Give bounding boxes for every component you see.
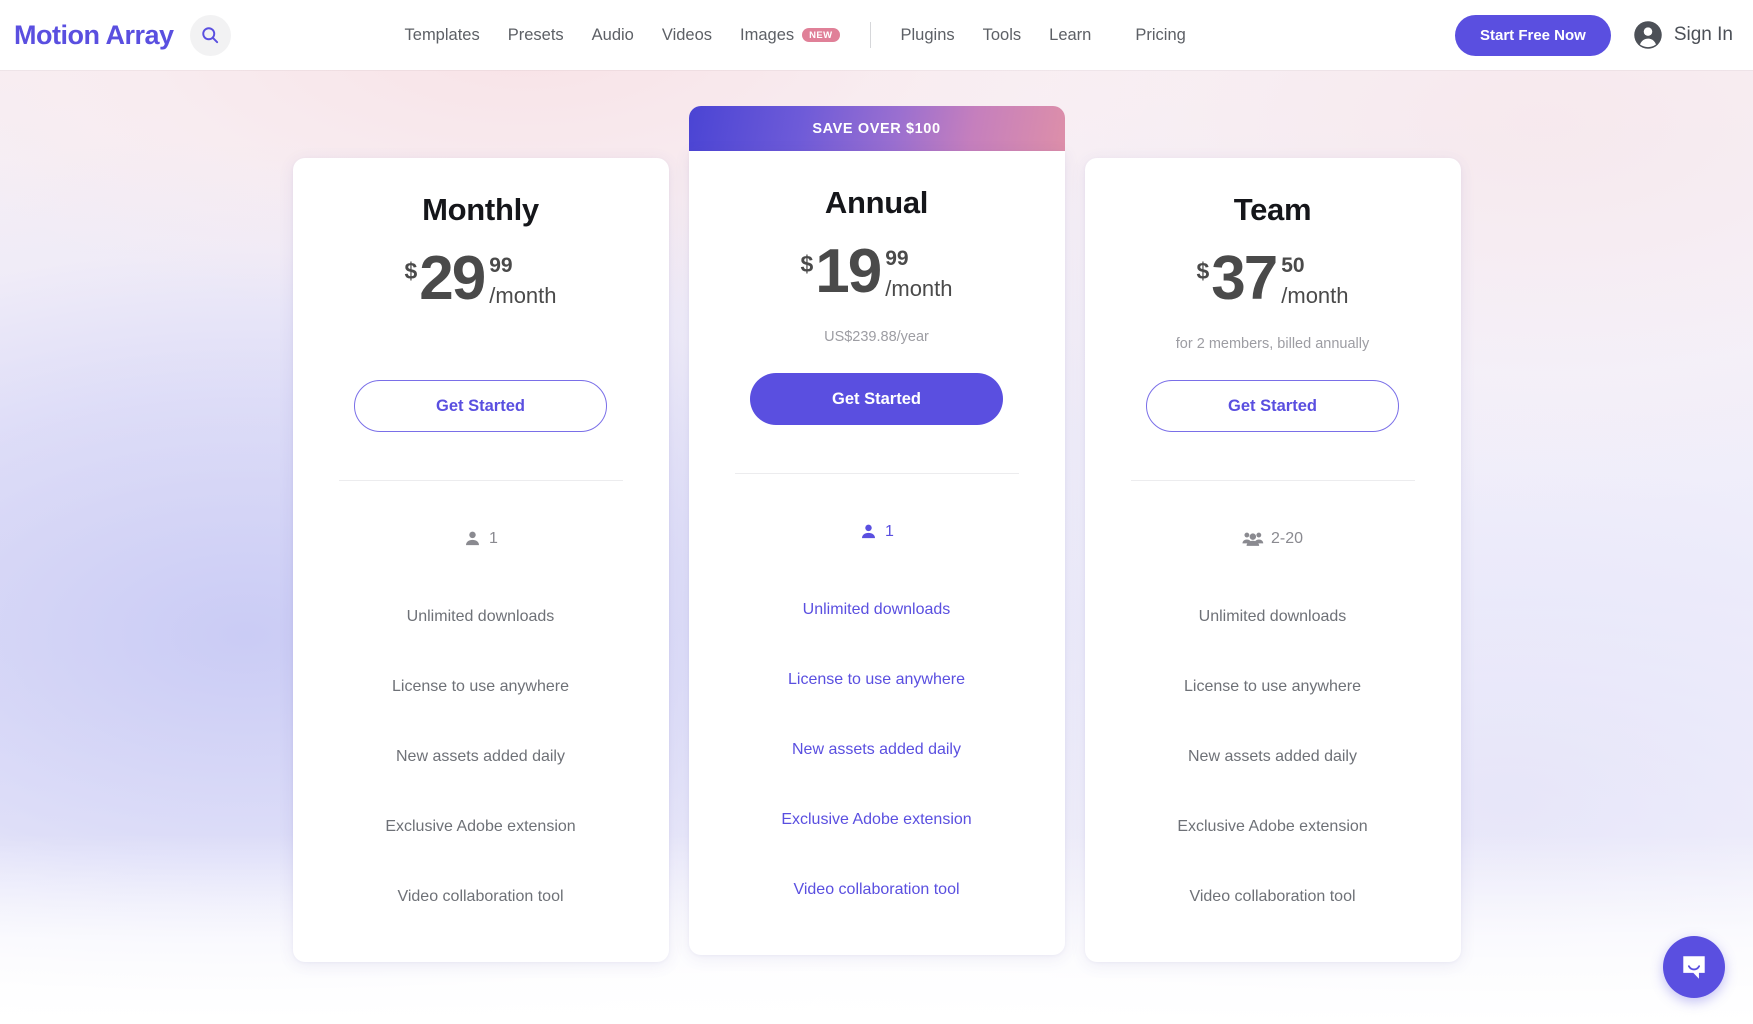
people-group-icon [1242,532,1264,546]
price-cents: 99 [885,247,909,270]
feature-item: Exclusive Adobe extension [781,811,972,828]
price-amount: 19 [815,237,882,306]
nav-label: Presets [507,25,564,44]
seats-label: 1 [885,522,894,540]
currency-symbol: $ [404,258,418,284]
start-free-now-button[interactable]: Start Free Now [1454,14,1611,56]
nav-item-images[interactable]: Images NEW [726,26,853,45]
feature-item: New assets added daily [396,748,565,765]
search-icon [202,27,219,44]
feature-list: Unlimited downloads License to use anywh… [715,575,1039,925]
nav-divider [869,22,871,48]
card-divider [734,473,1019,474]
feature-list: Unlimited downloads License to use anywh… [319,582,643,932]
feature-item: Unlimited downloads [406,608,555,625]
sign-in-button[interactable]: Sign In [1633,20,1733,50]
price-subnote: for 2 members, billed annually [1175,336,1370,352]
nav-item-learn[interactable]: Learn [1035,26,1105,45]
price: $ 37 50 /month [1196,244,1349,322]
plan-name: Team [1233,192,1312,227]
nav-label: Learn [1049,25,1092,44]
seats-info: 2-20 [1242,529,1303,548]
price-amount: 29 [419,244,486,313]
pricing-card-annual: SAVE OVER $100 Annual $ 19 99 /month US$… [688,106,1065,955]
price-cents: 99 [489,254,513,277]
nav-label: Tools [982,25,1022,44]
feature-item: Exclusive Adobe extension [385,818,576,835]
card-body: Annual $ 19 99 /month US$239.88/year Get… [688,151,1065,955]
feature-item: Video collaboration tool [397,888,564,905]
nav-label: Images [740,25,795,44]
pricing-cards: Monthly $ 29 99 /month Get Started 1 Unl… [0,70,1753,1024]
nav-label: Pricing [1135,25,1186,44]
get-started-button[interactable]: Get Started [1146,380,1399,432]
search-button[interactable] [189,14,231,56]
price-period: /month [489,283,557,308]
pricing-card-monthly: Monthly $ 29 99 /month Get Started 1 Unl… [292,158,669,962]
get-started-button[interactable]: Get Started [750,373,1003,425]
nav-item-audio[interactable]: Audio [578,26,648,45]
currency-symbol: $ [800,251,814,277]
chat-launcher-button[interactable] [1663,936,1725,998]
card-body: Monthly $ 29 99 /month Get Started 1 Unl… [292,158,669,962]
brand-zone: Motion Array [0,14,231,56]
nav-label: Audio [591,25,634,44]
price-period: /month [885,276,953,301]
plan-name: Monthly [422,192,539,227]
save-banner: SAVE OVER $100 [688,106,1065,151]
nav-item-presets[interactable]: Presets [494,26,578,45]
feature-item: License to use anywhere [1184,678,1361,695]
currency-symbol: $ [1196,258,1210,284]
new-badge: NEW [802,27,840,43]
feature-item: Video collaboration tool [793,881,960,898]
logo[interactable]: Motion Array [14,20,174,51]
pricing-card-team: Team $ 37 50 /month for 2 members, bille… [1084,158,1461,962]
feature-item: Unlimited downloads [802,601,951,618]
price-period: /month [1281,283,1349,308]
seats-label: 2-20 [1270,529,1304,547]
chat-bubble-smile-icon [1683,956,1705,979]
person-icon [466,531,480,546]
nav-label: Videos [661,25,713,44]
feature-item: Unlimited downloads [1198,608,1347,625]
person-icon [862,524,876,539]
feature-item: Video collaboration tool [1189,888,1356,905]
nav-item-pricing[interactable]: Pricing [1121,26,1199,45]
plan-name: Annual [824,185,929,220]
feature-item: New assets added daily [1188,748,1357,765]
main-navigation: Templates Presets Audio Videos Images NE… [391,22,1200,48]
user-circle-icon [1634,21,1662,49]
price-subnote: US$239.88/year [824,329,929,345]
nav-label: Plugins [900,25,955,44]
nav-item-videos[interactable]: Videos [648,26,726,45]
nav-label: Templates [404,25,480,44]
get-started-button[interactable]: Get Started [354,380,607,432]
price-amount: 37 [1211,244,1278,313]
seats-info: 1 [463,529,498,548]
sign-in-label: Sign In [1673,24,1733,45]
price: $ 29 99 /month [404,244,557,322]
feature-item: License to use anywhere [788,671,965,688]
price: $ 19 99 /month [800,237,953,315]
price-cents: 50 [1281,254,1305,277]
feature-item: Exclusive Adobe extension [1177,818,1368,835]
feature-item: New assets added daily [792,741,961,758]
feature-list: Unlimited downloads License to use anywh… [1111,582,1435,932]
site-header: Motion Array Templates Presets Audio Vid… [0,0,1753,70]
card-body: Team $ 37 50 /month for 2 members, bille… [1084,158,1461,962]
nav-item-templates[interactable]: Templates [391,26,494,45]
card-divider [338,480,623,481]
header-actions: Start Free Now Sign In [1454,14,1753,56]
card-divider [1130,480,1415,481]
seats-label: 1 [489,529,498,547]
nav-item-tools[interactable]: Tools [969,26,1036,45]
seats-info: 1 [859,522,894,541]
nav-item-plugins[interactable]: Plugins [887,26,969,45]
feature-item: License to use anywhere [392,678,569,695]
